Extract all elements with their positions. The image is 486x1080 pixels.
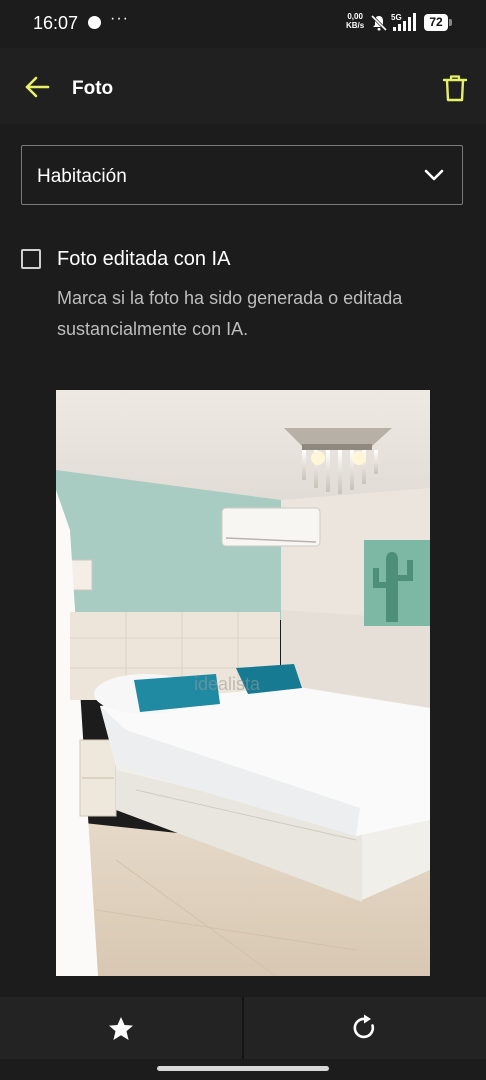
arrow-left-icon[interactable] [24,76,50,103]
page-title: Foto [72,78,114,99]
network-speed: 0,00 KB/s [346,12,364,30]
ai-edited-label[interactable]: Foto editada con IA [57,248,230,271]
room-type-value: Habitación [37,166,127,187]
bottom-action-bar [0,997,486,1059]
chevron-down-icon [424,168,444,187]
network-speed-value: 0,00 [347,12,363,21]
signal-icon: 5G [391,12,419,37]
ai-edited-checkbox[interactable] [21,249,41,269]
app-bar: Foto [0,48,486,124]
more-notifications-icon: ··· [110,10,129,27]
rotate-icon [352,1014,378,1047]
ai-edited-help-text: Marca si la foto ha sido generada o edit… [57,288,403,339]
gesture-nav-handle[interactable] [157,1066,329,1071]
star-icon [108,1016,134,1046]
room-type-select[interactable]: Habitación [21,145,463,205]
trash-icon[interactable] [442,74,468,107]
network-type: 5G [391,13,402,22]
favorite-button[interactable] [0,997,242,1059]
mute-bell-icon [370,14,388,37]
status-bar: 16:07 ··· 0,00 KB/s 5G 72 [0,0,486,48]
notification-dot-icon [88,16,101,29]
battery-icon: 72 [424,14,452,31]
network-speed-unit: KB/s [346,21,365,30]
room-photo: idealista [56,390,430,976]
photo-watermark: idealista [194,674,261,694]
battery-level: 72 [424,14,448,31]
status-time: 16:07 [33,13,79,33]
rotate-button[interactable] [244,997,486,1059]
